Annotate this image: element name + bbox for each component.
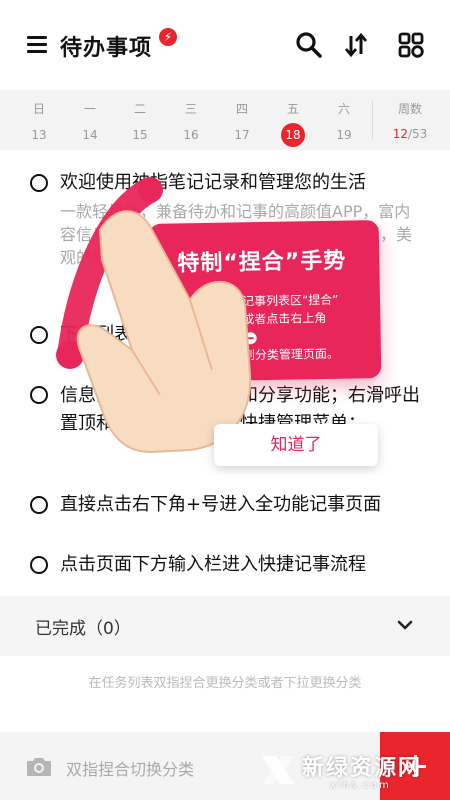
tip-line-3: 到分类管理页面。 [242,346,340,363]
day-sunday[interactable]: 日 13 [14,90,64,150]
got-it-button[interactable]: 知道了 [214,424,378,466]
list-item[interactable]: 直接点击右下角+号进入全功能记事页面 [30,492,430,522]
tip-body: 记事列表区“捏合” 或者点击右上角 到分类管理页面。 [242,290,373,364]
completed-section[interactable]: 已完成（0） [0,596,450,656]
task-title: 欢迎使用神指笔记记录和管理您的生活 [60,172,366,193]
tip-title: 特制“捏合”手势 [177,248,347,277]
pinch-gesture-tip-card: 特制“捏合”手势 记事列表区“捏合” 或者点击右上角 到分类管理页面。 [148,220,382,382]
lightning-bolt-icon: ⚡ [159,28,177,46]
day-saturday[interactable]: 六 19 [319,90,369,150]
checkbox[interactable] [30,386,48,404]
task-title: 点击页面下方输入栏进入快捷记事流程 [60,554,366,575]
category-grid-icon[interactable] [396,30,426,60]
week-total: /53 [407,127,428,141]
checkbox[interactable] [30,174,48,192]
checkbox[interactable] [30,496,48,514]
divider [372,100,373,140]
sort-arrows-icon[interactable] [341,30,371,60]
day-wednesday[interactable]: 三 16 [166,90,216,150]
week-calendar-strip: 日 13 一 14 二 15 三 16 四 17 五 18 六 19 周数 12/53 [0,90,450,150]
day-friday-selected[interactable]: 五 18 [268,90,318,150]
chevron-down-icon[interactable] [396,616,414,634]
watermark-text: 新绿资源网 [302,756,423,781]
day-monday[interactable]: 一 14 [65,90,115,150]
category-menu-icon [244,331,257,344]
week-current: 12 [392,127,408,141]
list-item[interactable]: 点击页面下方输入栏进入快捷记事流程 [30,552,430,582]
hint-text: 在任务列表双指捏合更换分类或者下拉更换分类 [88,676,362,691]
day-tuesday[interactable]: 二 15 [115,90,165,150]
week-number: 周数 12/53 [392,102,428,141]
app-header: 待办事项 ⚡ [0,0,450,90]
day-thursday[interactable]: 四 17 [217,90,267,150]
search-icon[interactable] [294,30,324,60]
completed-label: 已完成（0） [35,619,131,639]
checkbox[interactable] [30,326,48,344]
watermark-logo [262,756,294,784]
task-title: 直接点击右下角+号进入全功能记事页面 [60,494,382,515]
page-title[interactable]: 待办事项 [60,30,152,62]
camera-icon[interactable] [25,754,53,778]
quick-note-input[interactable]: 双指捏合切换分类 [66,756,194,780]
checkbox[interactable] [30,556,48,574]
tip-line-1: 记事列表区“捏合” [241,292,339,309]
watermark-subtext: xlhs.com [330,780,391,791]
menu-icon[interactable] [27,36,47,54]
tip-line-2: 或者点击右上角 [242,310,327,327]
